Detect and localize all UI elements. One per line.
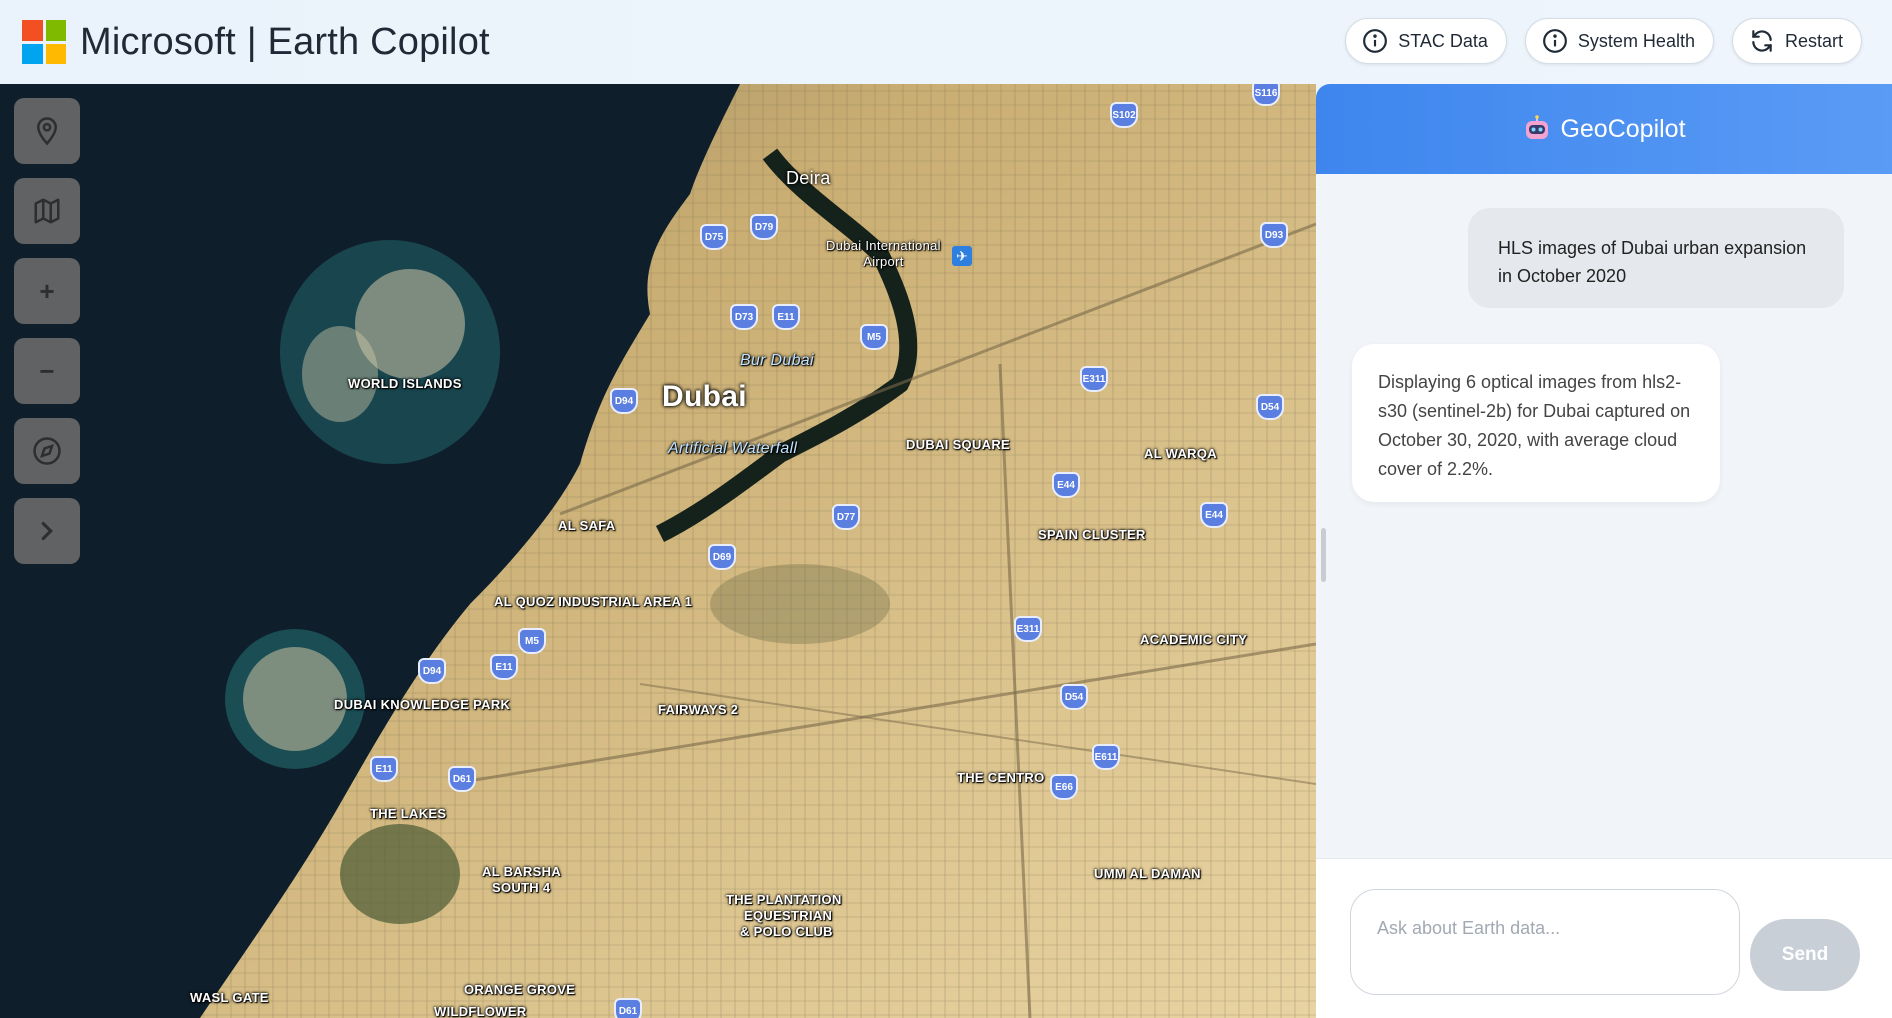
location-button[interactable] bbox=[14, 98, 80, 164]
label-academic-city: ACADEMIC CITY bbox=[1140, 632, 1248, 647]
road-shield: S116 bbox=[1252, 84, 1280, 106]
road-shield: D69 bbox=[708, 544, 736, 570]
road-shield: D75 bbox=[700, 224, 728, 250]
basemap-button[interactable] bbox=[14, 178, 80, 244]
label-deira: Deira bbox=[786, 168, 831, 188]
stac-data-label: STAC Data bbox=[1398, 30, 1488, 51]
map-icon bbox=[34, 198, 60, 224]
minus-icon: − bbox=[39, 355, 55, 386]
label-al-barsha-2: SOUTH 4 bbox=[492, 880, 551, 895]
refresh-icon bbox=[1752, 30, 1772, 52]
chat-title: GeoCopilot bbox=[1560, 114, 1686, 143]
road-shield: E44 bbox=[1052, 472, 1080, 498]
restart-label: Restart bbox=[1784, 30, 1843, 51]
panel-resize-handle[interactable] bbox=[1321, 528, 1326, 582]
label-bur-dubai: Bur Dubai bbox=[740, 352, 814, 369]
label-al-warqa: AL WARQA bbox=[1144, 446, 1217, 461]
label-plantation-2: EQUESTRIAN bbox=[744, 908, 833, 923]
label-al-safa: AL SAFA bbox=[558, 518, 616, 533]
label-fairways: FAIRWAYS 2 bbox=[658, 702, 739, 717]
road-shield: D61 bbox=[448, 766, 476, 792]
chat-input[interactable] bbox=[1350, 889, 1740, 995]
system-health-button[interactable]: System Health bbox=[1524, 18, 1714, 64]
road-shield: D94 bbox=[610, 388, 638, 414]
road-shield: E311 bbox=[1080, 366, 1108, 392]
road-shield: E11 bbox=[490, 654, 518, 680]
label-orange-grove: ORANGE GROVE bbox=[464, 982, 576, 997]
chat-header: GeoCopilot bbox=[1316, 84, 1892, 174]
compass-button[interactable] bbox=[14, 418, 80, 484]
road-shield: E44 bbox=[1200, 502, 1228, 528]
info-icon bbox=[1543, 29, 1567, 53]
assistant-message: Displaying 6 optical images from hls2-s3… bbox=[1352, 344, 1720, 502]
app-title: Microsoft | Earth Copilot bbox=[80, 20, 490, 63]
label-dubai-square: DUBAI SQUARE bbox=[906, 437, 1010, 452]
satellite-map[interactable]: Deira Dubai International Airport Bur Du… bbox=[0, 84, 1316, 1018]
plus-icon: + bbox=[39, 275, 55, 306]
label-wildflower: WILDFLOWER bbox=[434, 1004, 527, 1018]
restart-button[interactable]: Restart bbox=[1731, 18, 1862, 64]
road-shield: E311 bbox=[1014, 616, 1042, 642]
road-shield: D54 bbox=[1256, 394, 1284, 420]
send-button[interactable]: Send bbox=[1750, 919, 1860, 991]
label-airport: Dubai International Airport bbox=[826, 238, 941, 269]
user-message: HLS images of Dubai urban expansion in O… bbox=[1468, 208, 1844, 308]
zoom-in-button[interactable]: + bbox=[14, 258, 80, 324]
road-shield: D73 bbox=[730, 304, 758, 330]
label-plantation-1: THE PLANTATION bbox=[726, 892, 842, 907]
label-plantation-3: & POLO CLUB bbox=[740, 924, 833, 939]
label-spain-cluster: SPAIN CLUSTER bbox=[1038, 527, 1146, 542]
stac-data-button[interactable]: STAC Data bbox=[1345, 18, 1507, 64]
microsoft-logo-icon bbox=[22, 20, 66, 64]
road-shield: E11 bbox=[370, 756, 398, 782]
expand-toolbar-button[interactable] bbox=[14, 498, 80, 564]
robot-icon bbox=[1526, 115, 1549, 139]
road-shield: D94 bbox=[418, 658, 446, 684]
label-the-lakes: THE LAKES bbox=[370, 806, 447, 821]
label-al-barsha-1: AL BARSHA bbox=[482, 864, 562, 879]
road-shield: D93 bbox=[1260, 222, 1288, 248]
label-umm-al-daman: UMM AL DAMAN bbox=[1094, 866, 1201, 881]
label-world-islands: WORLD ISLANDS bbox=[348, 376, 462, 391]
label-dubai: Dubai bbox=[662, 380, 747, 413]
compass-icon bbox=[33, 437, 61, 465]
road-shield: S102 bbox=[1110, 102, 1138, 128]
road-shield: E11 bbox=[772, 304, 800, 330]
road-shield: E611 bbox=[1092, 744, 1120, 770]
road-shield: D79 bbox=[750, 214, 778, 240]
label-wasl-gate: WASL GATE bbox=[190, 990, 269, 1005]
system-health-label: System Health bbox=[1577, 30, 1695, 51]
label-al-quoz: AL QUOZ INDUSTRIAL AREA 1 bbox=[494, 594, 693, 609]
location-pin-icon bbox=[36, 117, 58, 146]
chat-panel: GeoCopilot HLS images of Dubai urban exp… bbox=[1316, 84, 1892, 1018]
airport-icon: ✈ bbox=[952, 246, 972, 266]
zoom-out-button[interactable]: − bbox=[14, 338, 80, 404]
road-shield: E66 bbox=[1050, 774, 1078, 800]
chevron-right-icon bbox=[41, 521, 53, 541]
label-artificial-waterfall: Artificial Waterfall bbox=[668, 440, 798, 457]
label-dubai-knowledge-park: DUBAI KNOWLEDGE PARK bbox=[334, 697, 511, 712]
app-header: Microsoft | Earth Copilot STAC Data Syst… bbox=[0, 0, 1892, 84]
road-shield: M5 bbox=[860, 324, 888, 350]
map-toolbar: + − bbox=[14, 98, 80, 564]
road-shield: M5 bbox=[518, 628, 546, 654]
road-shield: D54 bbox=[1060, 684, 1088, 710]
label-the-centro: THE CENTRO bbox=[957, 770, 1045, 785]
info-icon bbox=[1363, 29, 1388, 53]
road-shield: D77 bbox=[832, 504, 860, 530]
road-shield: D61 bbox=[614, 998, 642, 1018]
chat-input-area: Send bbox=[1316, 858, 1892, 1018]
